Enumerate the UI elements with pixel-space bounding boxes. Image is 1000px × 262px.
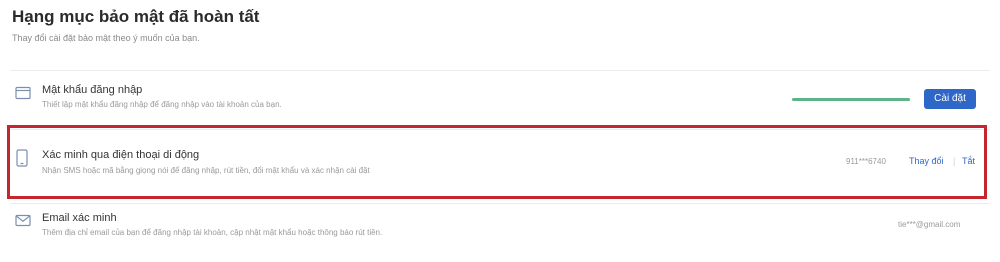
masked-email: tie***@gmail.com (898, 220, 961, 229)
item-description: Thiết lập mật khẩu đăng nhập để đăng nhậ… (42, 100, 282, 109)
page-subtitle: Thay đổi cài đặt bảo mật theo ý muốn của… (12, 33, 200, 43)
window-icon (15, 86, 31, 102)
password-strength-bar (792, 98, 910, 101)
divider (10, 70, 990, 71)
page-header: Hạng mục bảo mật đã hoàn tất Thay đổi cà… (12, 6, 259, 44)
item-title: Mật khẩu đăng nhập (42, 84, 143, 96)
masked-phone-number: 911***6740 (846, 157, 886, 166)
security-settings-page: Hạng mục bảo mật đã hoàn tất Thay đổi cà… (0, 0, 1000, 262)
item-description: Thêm địa chỉ email của bạn để đăng nhập … (42, 228, 383, 237)
security-item-login-password: Mật khẩu đăng nhập Thiết lập mật khẩu đă… (0, 84, 1000, 120)
item-description: Nhận SMS hoặc mã bằng giọng nói để đăng … (42, 166, 370, 175)
security-item-phone-verification: Xác minh qua điện thoại di động Nhận SMS… (0, 149, 1000, 185)
item-title: Xác minh qua điện thoại di động (42, 149, 200, 161)
envelope-icon (15, 214, 31, 230)
set-password-button[interactable]: Cài đặt (924, 89, 976, 109)
disable-phone-link[interactable]: Tắt (962, 156, 975, 166)
item-title: Email xác minh (42, 212, 117, 224)
divider (10, 203, 990, 204)
link-separator: | (953, 156, 956, 166)
change-phone-link[interactable]: Thay đổi (909, 156, 944, 166)
phone-icon (15, 149, 31, 167)
page-title: Hạng mục bảo mật đã hoàn tất (12, 7, 260, 26)
security-item-email-verification: Email xác minh Thêm địa chỉ email của bạ… (0, 212, 1000, 248)
password-strength-fill (792, 98, 910, 101)
